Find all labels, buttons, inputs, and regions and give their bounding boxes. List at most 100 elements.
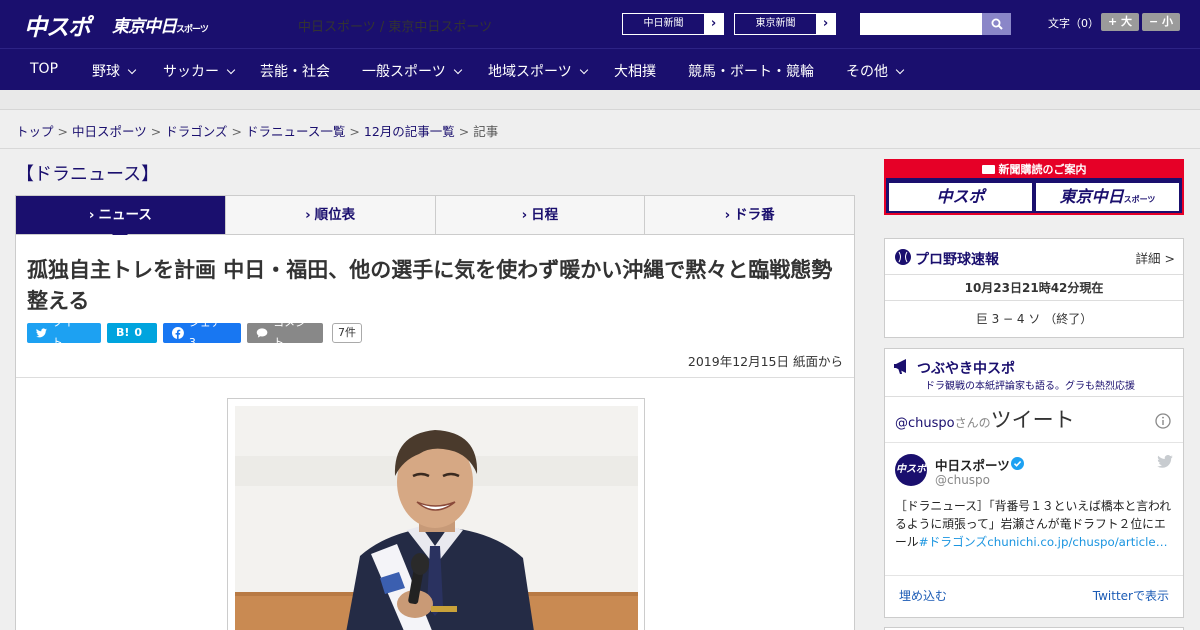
widget-subtitle: ドラ観戦の本紙評論家も語る。グラも熱烈応援: [925, 381, 1135, 392]
verified-badge-icon: [1011, 457, 1024, 470]
twitter-handle-link[interactable]: @chuspo: [895, 416, 955, 431]
tab-standings[interactable]: › 順位表: [226, 196, 436, 234]
tweet-url-link[interactable]: chunichi.co.jp/chuspo/article…: [987, 535, 1167, 549]
breadcrumb-separator: >: [57, 124, 68, 139]
game-score[interactable]: 巨 3 − 4 ソ （終了）: [885, 310, 1183, 327]
ad-title: 新聞購読のご案内: [886, 161, 1182, 178]
nav-item-top[interactable]: TOP: [30, 61, 58, 77]
nav-item-soccer[interactable]: サッカー: [163, 61, 236, 81]
divider: [16, 377, 854, 378]
comment-icon: [256, 328, 268, 338]
tab-label: ニュース: [98, 207, 152, 223]
score-timestamp: 10月23日21時42分現在: [964, 281, 1104, 295]
tab-label: 順位表: [314, 207, 356, 223]
search-input[interactable]: [860, 13, 982, 35]
divider: [885, 300, 1183, 301]
nav-item-others[interactable]: その他: [846, 61, 905, 81]
widget-title: つぶやき中スポ: [917, 361, 1015, 377]
facebook-icon: [172, 327, 184, 339]
chevron-right-icon: ›: [724, 207, 731, 223]
site-header: 中スポ 東京中日スポーツ 中日スポーツ / 東京中日スポーツ 中日新聞 › 東京…: [0, 0, 1200, 48]
divider: [0, 148, 1200, 149]
chevron-right-icon: ›: [816, 14, 835, 34]
chevron-right-icon: ›: [521, 207, 528, 223]
breadcrumb-link[interactable]: トップ: [16, 124, 54, 139]
details-link[interactable]: 詳細 >: [1136, 248, 1175, 267]
tweet-button[interactable]: ツイート: [27, 316, 101, 349]
account-handle[interactable]: @chuspo: [935, 473, 990, 487]
embed-link[interactable]: 埋め込む: [899, 587, 947, 604]
search-icon: [991, 18, 1003, 30]
chunichi-shimbun-button[interactable]: 中日新聞 ›: [622, 13, 724, 35]
chevron-down-icon: [895, 65, 905, 75]
chevron-down-icon: [579, 65, 588, 75]
nav-item-sumo[interactable]: 大相撲: [614, 61, 656, 81]
chevron-down-icon: [453, 65, 462, 75]
nav-label: TOP: [30, 61, 59, 77]
divider: [885, 575, 1183, 576]
tokyo-shimbun-label: 東京新聞: [755, 18, 796, 29]
breadcrumb-link[interactable]: 12月の記事一覧: [364, 124, 455, 139]
tokyo-chunichi-logo[interactable]: 東京中日スポーツ: [112, 12, 209, 37]
nav-label: 大相撲: [614, 64, 656, 80]
tokyo-logo-sub: スポーツ: [176, 25, 209, 35]
divider: [885, 442, 1183, 443]
view-on-twitter-link[interactable]: Twitterで表示: [1093, 587, 1169, 604]
tokyo-shimbun-button[interactable]: 東京新聞 ›: [734, 13, 836, 35]
tab-schedule[interactable]: › 日程: [436, 196, 646, 234]
comment-count[interactable]: 7件: [332, 323, 362, 343]
twitter-icon: [36, 328, 47, 338]
nav-item-general-sports[interactable]: 一般スポーツ: [362, 61, 462, 81]
twitter-widget: つぶやき中スポ ドラ観戦の本紙評論家も語る。グラも熱烈応援 @chuspoさんの…: [884, 348, 1184, 618]
hatena-icon: B!: [116, 326, 130, 339]
ad-logo-chuspo[interactable]: 中スポ: [889, 183, 1032, 211]
comment-button[interactable]: コメント: [247, 316, 323, 349]
account-name[interactable]: 中日スポーツ: [935, 455, 1010, 474]
avatar-label: 中スポ: [896, 464, 926, 475]
tokyo-logo-main: 東京中日: [112, 17, 177, 37]
hashtag-link[interactable]: #ドラゴンズ: [919, 535, 988, 549]
newspaper-icon: [981, 165, 995, 174]
breadcrumb-link[interactable]: ドラゴンズ: [165, 124, 227, 139]
ad-logo-tokyo-main: 東京中日: [1059, 187, 1124, 206]
font-smaller-button[interactable]: − 小: [1142, 13, 1180, 31]
publish-date: 2019年12月15日 紙面から: [687, 354, 843, 369]
nav-label: 芸能・社会: [260, 64, 330, 80]
article-photo-frame: [227, 398, 645, 630]
tab-dora-ban[interactable]: › ドラ番: [645, 196, 854, 234]
comment-label: コメント: [273, 316, 307, 349]
breadcrumb-link[interactable]: ドラニュース一覧: [246, 124, 345, 139]
widget-header: プロ野球速報 詳細 >: [885, 239, 1183, 275]
chuspo-logo[interactable]: 中スポ: [24, 8, 91, 42]
nav-label: 野球: [92, 64, 120, 80]
site-name-link[interactable]: 中日スポーツ / 東京中日スポーツ: [298, 16, 492, 35]
nav-item-racing[interactable]: 競馬・ボート・競輪: [688, 61, 814, 81]
nav-item-baseball[interactable]: 野球: [92, 61, 137, 81]
main-nav: TOP 野球 サッカー 芸能・社会 一般スポーツ 地域スポーツ 大相撲 競馬・ボ…: [0, 48, 1200, 90]
facebook-share-label: シェア 3: [188, 316, 222, 349]
section-title: 【ドラニュース】: [16, 164, 160, 185]
breadcrumb: トップ > 中日スポーツ > ドラゴンズ > ドラニュース一覧 >12月の記事一覧 > 記事: [16, 121, 498, 140]
nav-item-entertainment[interactable]: 芸能・社会: [260, 61, 330, 81]
search-button[interactable]: [982, 13, 1011, 35]
nav-label: 競馬・ボート・競輪: [688, 64, 814, 80]
breadcrumb-separator: >: [349, 124, 360, 139]
article-photo[interactable]: [235, 406, 638, 630]
font-larger-button[interactable]: + 大: [1101, 13, 1139, 31]
ad-logo-tokyo[interactable]: 東京中日スポーツ: [1036, 183, 1179, 211]
article-card: 孤独自主トレを計画 中日・福田、他の選手に気を使わず暖かい沖縄で黙々と臨戦態勢整…: [15, 235, 855, 630]
baseball-icon: [895, 249, 911, 265]
tweets-heading: ツイート: [990, 408, 1075, 432]
ad-logo-tokyo-sub: スポーツ: [1123, 195, 1156, 204]
twitter-bird-icon[interactable]: [1157, 455, 1173, 468]
tab-news[interactable]: › ニュース: [16, 196, 226, 242]
hatena-bookmark-button[interactable]: B! 0: [107, 323, 157, 343]
subscription-ad-banner[interactable]: 新聞購読のご案内 中スポ 東京中日スポーツ: [884, 159, 1184, 215]
megaphone-icon: [894, 359, 906, 374]
facebook-share-button[interactable]: シェア 3: [163, 316, 241, 349]
breadcrumb-link[interactable]: 中日スポーツ: [72, 124, 147, 139]
info-icon[interactable]: [1155, 413, 1171, 429]
article-headline: 孤独自主トレを計画 中日・福田、他の選手に気を使わず暖かい沖縄で黙々と臨戦態勢整…: [27, 258, 833, 313]
nav-item-regional-sports[interactable]: 地域スポーツ: [488, 61, 588, 81]
account-avatar[interactable]: 中スポ: [895, 454, 927, 486]
